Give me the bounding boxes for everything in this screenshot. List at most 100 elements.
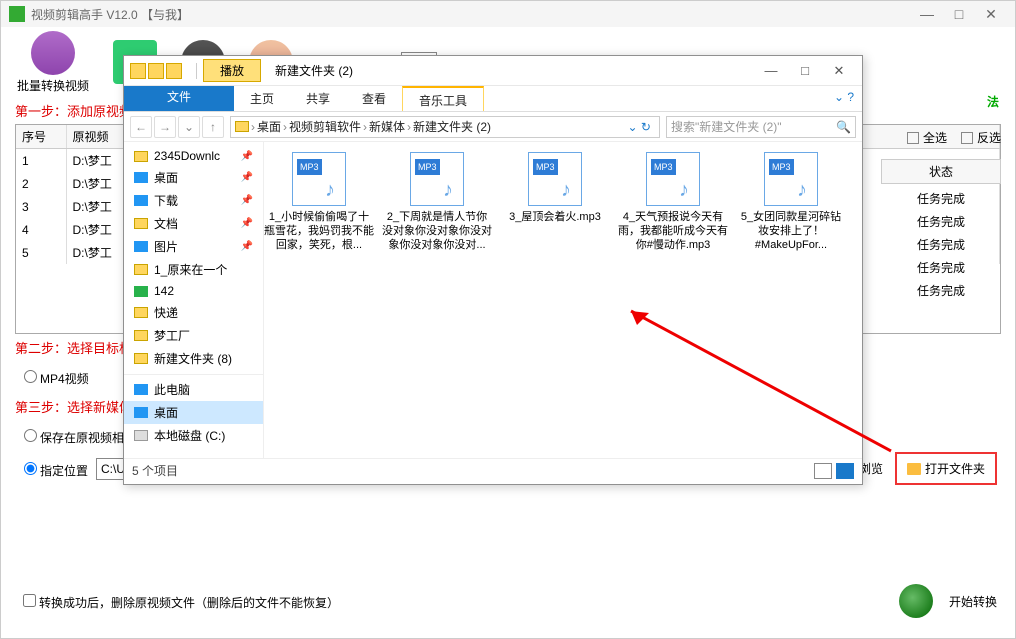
status-cell: 任务完成 [881,233,1001,256]
sidebar-item[interactable]: 此电脑 [124,374,263,401]
file-item[interactable]: MP3♪3_屋顶会着火.mp3 [500,152,610,252]
search-placeholder: 搜索"新建文件夹 (2)" [671,118,782,135]
folder-icon [134,151,148,162]
ribbon-view[interactable]: 查看 [346,86,402,111]
explorer-file-pane: MP3♪1_小时候偷偷喝了十瓶雪花，我妈罚我不能回家，笑死，根...MP3♪2_… [264,142,862,458]
file-name: 3_屋顶会着火.mp3 [509,210,601,224]
explorer-maximize[interactable]: □ [788,60,822,82]
tool-batch-convert[interactable]: 批量转换视频 [17,31,89,94]
format-mp4[interactable]: MP4视频 [19,367,89,387]
file-item[interactable]: MP3♪2_下周就是情人节你没对象你没对象你没对象你没对象你没对... [382,152,492,252]
ribbon-help-icon[interactable]: ⌄ ? [826,86,862,111]
invert-select-button[interactable]: 反选 [961,129,1001,146]
sidebar-item[interactable]: 图片📌 [124,235,263,258]
folder-icon [134,264,148,275]
nav-up[interactable]: ↑ [202,116,224,138]
play-tab[interactable]: 播放 [203,59,261,82]
explorer-ribbon: 文件 主页 共享 查看 音乐工具 ⌄ ? [124,86,862,112]
pin-icon: 📌 [241,151,253,162]
ribbon-file[interactable]: 文件 [124,86,234,111]
ribbon-share[interactable]: 共享 [290,86,346,111]
sidebar-item[interactable]: 梦工厂 [124,324,263,347]
mp4-radio[interactable] [24,370,37,383]
sidebar-item[interactable]: 快递 [124,301,263,324]
save-spec-option[interactable]: 指定位置 [19,459,88,479]
status-cell: 任务完成 [881,210,1001,233]
select-all-button[interactable]: 全选 [907,129,947,146]
file-item[interactable]: MP3♪4_天气预报说今天有雨，我都能听成今天有你#慢动作.mp3 [618,152,728,252]
delete-after-option[interactable]: 转换成功后，删除原视频文件（删除后的文件不能恢复） [19,591,339,611]
save-spec-radio[interactable] [24,462,37,475]
explorer-statusbar: 5 个项目 [124,458,862,482]
explorer-address-bar: ← → ⌄ ↑ ›桌面 ›视频剪辑软件 ›新媒体 ›新建文件夹 (2) ⌄ ↻ … [124,112,862,142]
maximize-button[interactable]: □ [943,1,975,27]
file-item[interactable]: MP3♪5_女团同款星河碎钻妆安排上了！#MakeUpFor... [736,152,846,252]
sidebar-item[interactable]: 新建文件夹 (8) [124,347,263,370]
nav-buttons: ← → ⌄ ↑ [130,116,224,138]
ribbon-home[interactable]: 主页 [234,86,290,111]
sidebar-item[interactable]: 本地磁盘 (C:) [124,424,263,447]
pin-icon: 📌 [241,195,253,206]
file-name: 2_下周就是情人节你没对象你没对象你没对象你没对象你没对... [382,210,492,252]
open-folder-button[interactable]: 打开文件夹 [895,452,997,485]
checkbox-icon [961,132,973,144]
folder-icon [134,330,148,341]
folder-icon [134,353,148,364]
explorer-sidebar: 2345Downlc📌桌面📌下载📌文档📌图片📌1_原来在一个142快递梦工厂新建… [124,142,264,458]
mp3-icon: MP3♪ [410,152,464,206]
blue-icon [134,172,148,183]
file-item[interactable]: MP3♪1_小时候偷偷喝了十瓶雪花，我妈罚我不能回家，笑死，根... [264,152,374,252]
select-actions: 全选 反选 [907,129,1001,146]
disk-icon [134,430,148,441]
checkbox-icon [907,132,919,144]
status-cell: 任务完成 [881,187,1001,210]
file-name: 4_天气预报说今天有雨，我都能听成今天有你#慢动作.mp3 [618,210,728,252]
nav-back[interactable]: ← [130,116,152,138]
file-name: 1_小时候偷偷喝了十瓶雪花，我妈罚我不能回家，笑死，根... [264,210,374,252]
folder-icon [134,218,148,229]
ribbon-music[interactable]: 音乐工具 [402,86,484,111]
search-input[interactable]: 搜索"新建文件夹 (2)" 🔍 [666,116,856,138]
view-switch [814,463,854,479]
tool-label: 批量转换视频 [17,77,89,94]
folder-icon [235,121,249,132]
app-logo-icon [9,6,25,22]
blue-icon [134,241,148,252]
bottom-row: 转换成功后，删除原视频文件（删除后的文件不能恢复） 开始转换 [19,584,997,618]
status-cell: 任务完成 [881,256,1001,279]
status-cell: 任务完成 [881,279,1001,302]
legal-link[interactable]: 法 [987,93,999,110]
explorer-close[interactable]: ✕ [822,60,856,82]
explorer-qat [130,63,182,79]
sidebar-item[interactable]: 文档📌 [124,212,263,235]
pin-icon: 📌 [241,172,253,183]
delete-checkbox[interactable] [23,594,36,607]
view-icons[interactable] [836,463,854,479]
sidebar-item[interactable]: 2345Downlc📌 [124,146,263,166]
explorer-minimize[interactable]: — [754,60,788,82]
sidebar-item[interactable]: 下载📌 [124,189,263,212]
blue-icon [134,384,148,395]
pin-icon: 📌 [241,218,253,229]
close-button[interactable]: ✕ [975,1,1007,27]
refresh-icon[interactable]: ⌄ ↻ [624,120,655,134]
view-details[interactable] [814,463,832,479]
sidebar-item[interactable]: 桌面📌 [124,166,263,189]
status-header: 状态 [881,159,1001,184]
nav-fwd[interactable]: → [154,116,176,138]
file-explorer-window: 播放 新建文件夹 (2) — □ ✕ 文件 主页 共享 查看 音乐工具 ⌄ ? … [123,55,863,485]
breadcrumb[interactable]: ›桌面 ›视频剪辑软件 ›新媒体 ›新建文件夹 (2) ⌄ ↻ [230,116,660,138]
col-index[interactable]: 序号 [16,125,66,149]
item-count: 5 个项目 [132,462,178,479]
minimize-button[interactable]: — [911,1,943,27]
sidebar-item[interactable]: 142 [124,281,263,301]
convert-icon[interactable] [899,584,933,618]
sidebar-item[interactable]: 桌面 [124,401,263,424]
nav-recent[interactable]: ⌄ [178,116,200,138]
blue-icon [134,195,148,206]
sidebar-item[interactable]: 1_原来在一个 [124,258,263,281]
start-button[interactable]: 开始转换 [949,593,997,610]
save-same-radio[interactable] [24,429,37,442]
mp3-icon: MP3♪ [292,152,346,206]
search-icon: 🔍 [836,120,851,134]
